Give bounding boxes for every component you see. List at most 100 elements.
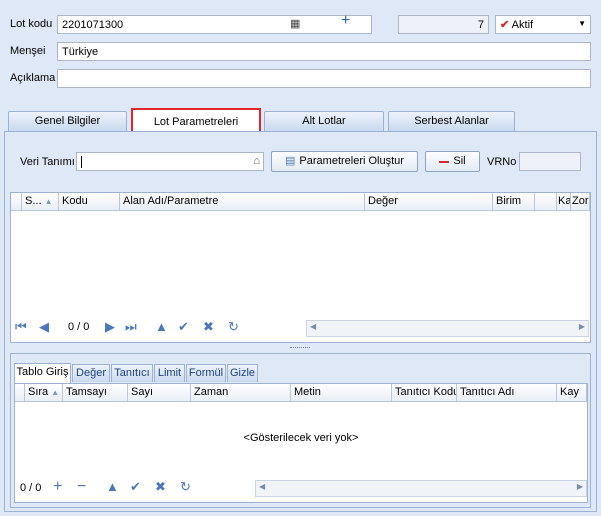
confirm-icon[interactable]: ✔ — [178, 319, 189, 335]
tab-label: Lot Parametreleri — [153, 116, 239, 128]
column-header-tamsayi[interactable]: Tamsayı — [63, 384, 128, 402]
scroll-right-icon[interactable]: ▶ — [577, 482, 583, 491]
column-label: Tamsayı — [66, 386, 107, 398]
param-grid: S... ▲ Kodu Alan Adı/Parametre Değer Bir… — [10, 192, 591, 343]
subtab-tanitici[interactable]: Tanıtıcı — [111, 364, 153, 382]
scroll-left-icon[interactable]: ◀ — [310, 322, 316, 331]
lot-code-label: Lot kodu — [10, 18, 53, 30]
column-label: Sayı — [131, 386, 154, 398]
row-indicator-header — [15, 384, 25, 402]
check-icon: ✔ — [500, 19, 510, 31]
create-params-button[interactable]: ▤ Parametreleri Oluştur — [271, 151, 418, 172]
subtab-label: Tanıtıcı — [114, 367, 150, 379]
splitter-handle[interactable] — [290, 347, 310, 351]
previous-record-icon[interactable]: ◀ — [39, 319, 49, 335]
column-label: Metin — [294, 386, 321, 398]
column-label: Sıra — [28, 386, 49, 398]
column-label: Tanıtıcı Adı — [460, 386, 515, 398]
column-header-blank[interactable] — [535, 193, 557, 211]
subtab-tablo-giris[interactable]: Tablo Giriş — [14, 363, 71, 383]
record-counter: 0 / 0 — [20, 482, 42, 494]
veri-tanimi-input[interactable]: ⌂ — [76, 152, 264, 171]
cancel-icon[interactable]: ✖ — [203, 319, 214, 335]
refresh-icon[interactable]: ↻ — [180, 479, 191, 495]
column-header-alan-adi[interactable]: Alan Adı/Parametre — [120, 193, 365, 211]
column-label: Kay — [560, 386, 579, 398]
tab-label: Genel Bilgiler — [34, 115, 101, 127]
remove-icon[interactable]: − — [77, 479, 86, 495]
column-label: S... — [25, 195, 42, 207]
description-label: Açıklama — [10, 72, 56, 84]
lot-code-value: 2201071300 — [62, 19, 124, 31]
next-record-icon[interactable]: ▶ — [105, 319, 115, 335]
tab-alt-lotlar[interactable]: Alt Lotlar — [264, 111, 384, 131]
empty-grid-message: <Gösterilecek veri yok> — [243, 432, 359, 444]
add-icon[interactable]: + — [341, 13, 350, 29]
column-header-sira[interactable]: S... ▲ — [22, 193, 59, 211]
row-indicator-header — [11, 193, 22, 211]
column-header-ka[interactable]: Ka — [557, 193, 571, 211]
subtab-label: Gizle — [229, 367, 256, 379]
cancel-icon[interactable]: ✖ — [155, 479, 166, 495]
column-header-kay[interactable]: Kay — [557, 384, 587, 402]
column-header-sira[interactable]: Sıra ▲ — [25, 384, 63, 402]
column-label: Ka — [558, 195, 571, 207]
confirm-icon[interactable]: ✔ — [130, 479, 141, 495]
refresh-icon[interactable]: ↻ — [228, 319, 239, 335]
column-header-deger[interactable]: Değer — [365, 193, 493, 211]
column-header-zaman[interactable]: Zaman — [191, 384, 291, 402]
subtab-gizle[interactable]: Gizle — [227, 364, 258, 382]
subtab-limit[interactable]: Limit — [154, 364, 185, 382]
calendar-icon[interactable]: ▦ — [290, 17, 300, 31]
delete-label: Sil — [453, 155, 466, 167]
move-up-icon[interactable]: ▲ — [106, 479, 119, 495]
chevron-down-icon[interactable]: ▼ — [578, 17, 586, 31]
column-header-birim[interactable]: Birim — [493, 193, 535, 211]
column-header-metin[interactable]: Metin — [291, 384, 392, 402]
minus-icon — [439, 160, 450, 163]
origin-input[interactable]: Türkiye — [57, 42, 591, 61]
tab-serbest-alanlar[interactable]: Serbest Alanlar — [388, 111, 515, 131]
column-label: Birim — [496, 195, 522, 207]
last-record-icon[interactable]: ⏭ — [125, 319, 137, 335]
create-params-label: Parametreleri Oluştur — [299, 155, 404, 167]
vrno-field — [519, 152, 581, 171]
value-grid-hscrollbar[interactable]: ◀ ▶ — [255, 480, 587, 497]
column-header-tanitici-kodu[interactable]: Tanıtıcı Kodu — [392, 384, 457, 402]
sort-up-icon: ▲ — [51, 388, 60, 397]
column-label: Zaman — [194, 386, 229, 398]
origin-value: Türkiye — [62, 46, 99, 58]
column-header-zor[interactable]: Zor — [571, 193, 590, 211]
column-label: Değer — [368, 195, 398, 207]
param-grid-hscrollbar[interactable]: ◀ ▶ — [306, 320, 589, 337]
description-input[interactable] — [57, 69, 591, 88]
lot-code-input[interactable]: 2201071300 ▦ + — [57, 13, 372, 34]
subtab-label: Formül — [188, 367, 224, 379]
value-grid-navigator: 0 / 0 + − ▲ ✔ ✖ ↻ — [17, 479, 257, 499]
tab-label: Serbest Alanlar — [414, 115, 489, 127]
scroll-right-icon[interactable]: ▶ — [579, 322, 585, 331]
subtab-label: Tablo Giriş — [16, 366, 69, 378]
tab-genel-bilgiler[interactable]: Genel Bilgiler — [8, 111, 127, 131]
column-label: Tanıtıcı Kodu — [395, 386, 457, 398]
subtab-label: Limit — [157, 367, 182, 379]
status-select[interactable]: ✔ Aktif ▼ — [495, 15, 591, 34]
column-label: Zor — [572, 195, 589, 207]
column-header-tanitici-adi[interactable]: Tanıtıcı Adı — [457, 384, 557, 402]
first-record-icon[interactable]: ⏮ — [15, 319, 27, 335]
move-up-icon[interactable]: ▲ — [155, 319, 168, 335]
subtab-formul[interactable]: Formül — [186, 364, 226, 382]
subtab-deger[interactable]: Değer — [72, 364, 110, 382]
delete-button[interactable]: Sil — [425, 151, 480, 172]
lookup-icon[interactable]: ⌂ — [253, 154, 260, 168]
params-icon: ▤ — [285, 155, 296, 167]
column-header-sayi[interactable]: Sayı — [128, 384, 191, 402]
column-label: Alan Adı/Parametre — [123, 195, 219, 207]
param-grid-navigator: ⏮ ◀ 0 / 0 ▶ ⏭ ▲ ✔ ✖ ↻ — [13, 319, 303, 339]
scroll-left-icon[interactable]: ◀ — [259, 482, 265, 491]
veri-tanimi-label: Veri Tanımı — [20, 156, 75, 168]
column-label: Kodu — [62, 195, 88, 207]
text-cursor — [81, 156, 82, 169]
add-icon[interactable]: + — [53, 479, 62, 495]
column-header-kodu[interactable]: Kodu — [59, 193, 120, 211]
